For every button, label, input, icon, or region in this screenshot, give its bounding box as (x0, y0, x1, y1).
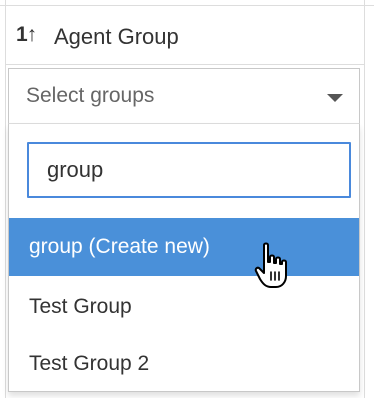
dropdown-search-area (9, 124, 359, 214)
group-search-input[interactable] (27, 142, 351, 198)
chevron-down-icon[interactable] (327, 94, 343, 102)
group-select[interactable]: Select groups (8, 68, 360, 124)
hand-pointer-icon (254, 242, 287, 288)
option-test-group[interactable]: Test Group (9, 278, 359, 336)
option-create-new-group[interactable]: group (Create new) (9, 218, 359, 276)
column-header-agent-group[interactable]: 1↑ Agent Group (6, 6, 364, 65)
sort-ascending-icon[interactable]: 1↑ (16, 23, 37, 46)
column-header-title: Agent Group (54, 24, 179, 49)
grid-right-border (364, 0, 365, 398)
select-placeholder: Select groups (26, 84, 155, 107)
group-dropdown: group (Create new) Test Group Test Group… (8, 124, 360, 392)
option-test-group-2[interactable]: Test Group 2 (9, 335, 359, 393)
